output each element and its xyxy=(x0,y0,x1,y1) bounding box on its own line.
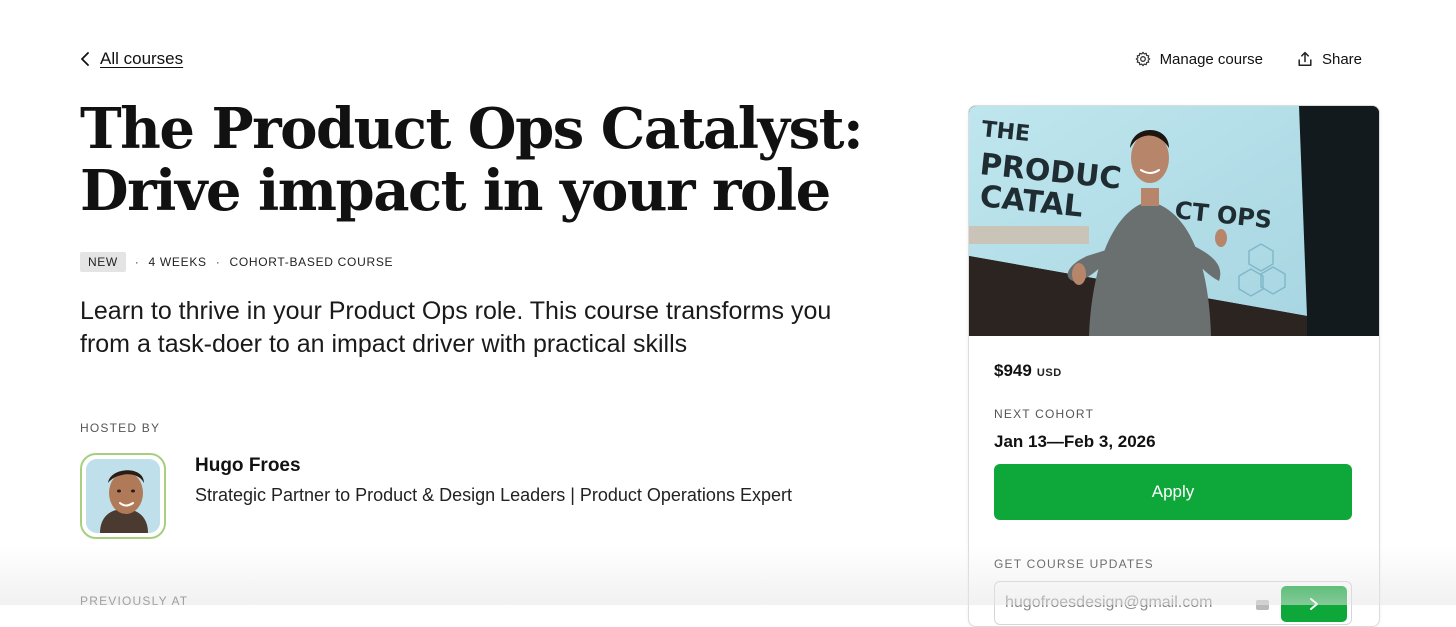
course-title-line-1: The Product Ops Catalyst: xyxy=(80,96,864,162)
course-title-line-2: Drive impact in your role xyxy=(80,158,831,224)
course-updates-label: GET COURSE UPDATES xyxy=(994,557,1154,571)
cohort-dates: Jan 13—Feb 3, 2026 xyxy=(994,432,1156,451)
course-duration: 4 WEEKS xyxy=(148,255,207,269)
host-name[interactable]: Hugo Froes xyxy=(195,455,301,477)
price-amount: $949 xyxy=(994,361,1032,380)
manage-course-label: Manage course xyxy=(1159,50,1263,68)
apply-button[interactable]: Apply xyxy=(994,464,1352,520)
meta-separator: · xyxy=(215,255,221,269)
hosted-by-label: HOSTED BY xyxy=(80,421,161,435)
course-title: The Product Ops Catalyst: Drive impact i… xyxy=(80,98,910,222)
email-subscribe-row xyxy=(994,581,1352,625)
autofill-key-icon[interactable] xyxy=(1256,600,1269,610)
manage-course-button[interactable]: Manage course xyxy=(1135,51,1263,68)
chevron-left-icon xyxy=(80,52,90,66)
gear-icon xyxy=(1135,51,1151,67)
host-photo xyxy=(86,459,160,533)
price-currency: USD xyxy=(1036,367,1062,379)
course-description: Learn to thrive in your Product Ops role… xyxy=(80,297,832,358)
course-format: COHORT-BASED COURSE xyxy=(229,255,394,269)
course-price: $949 USD xyxy=(994,361,1062,381)
share-label: Share xyxy=(1321,50,1362,68)
all-courses-link[interactable]: All courses xyxy=(80,48,183,70)
cover-text-1: THE xyxy=(980,117,1031,147)
new-badge: NEW xyxy=(80,252,126,272)
top-actions: Manage course Share xyxy=(1135,48,1362,70)
previously-at-label: PREVIOUSLY AT xyxy=(80,594,189,608)
enroll-card: THE PRODUC CATAL CT OPS $949 USD NEXT CO… xyxy=(968,105,1380,627)
host-avatar[interactable] xyxy=(80,453,166,539)
share-upload-icon xyxy=(1297,51,1313,67)
subscribe-submit-button[interactable] xyxy=(1281,586,1347,622)
share-button[interactable]: Share xyxy=(1297,51,1362,68)
next-cohort-label: NEXT COHORT xyxy=(994,407,1095,421)
meta-separator: · xyxy=(134,255,140,269)
arrow-right-icon xyxy=(1307,597,1321,611)
course-cover-image: THE PRODUC CATAL CT OPS xyxy=(969,106,1379,336)
host-headline: Strategic Partner to Product & Design Le… xyxy=(195,485,792,505)
email-input[interactable] xyxy=(995,582,1295,624)
course-meta: NEW · 4 WEEKS · COHORT-BASED COURSE xyxy=(80,252,393,272)
all-courses-label: All courses xyxy=(100,49,184,68)
